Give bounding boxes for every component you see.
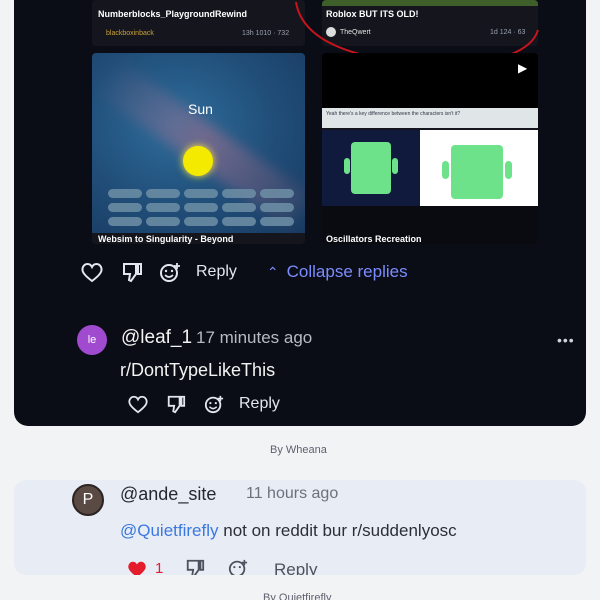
like-count: 1 — [155, 560, 164, 575]
episode-pill — [184, 217, 218, 226]
play-icon[interactable]: ▶ — [518, 61, 527, 75]
thread-action-bar: Reply ⌃ Collapse replies — [80, 261, 408, 283]
episode-pill — [222, 217, 256, 226]
thumbnail-image — [322, 53, 538, 108]
collapse-replies-button[interactable]: Collapse replies — [287, 262, 408, 282]
dislike-icon[interactable] — [184, 558, 206, 575]
like-icon[interactable] — [80, 261, 104, 283]
thumbnail-grid: Numberblocks_PlaygroundRewind blackboxin… — [92, 0, 540, 244]
episode-pill — [184, 189, 218, 198]
thumbnail-banner-text: Yeah there's a key difference between th… — [326, 111, 461, 117]
thumbnail-title: Websim to Singularity - Beyond — [98, 234, 234, 244]
comment-timestamp: 17 minutes ago — [196, 328, 313, 347]
avatar[interactable]: le — [77, 325, 107, 355]
thumbnail-stats: 13h 1010 · 732 — [242, 30, 290, 37]
user-mention-link[interactable]: @Quietfirefly — [120, 521, 219, 540]
heart-icon[interactable] — [126, 559, 148, 575]
episode-pill — [108, 217, 142, 226]
episode-pill — [146, 203, 180, 212]
robot-arm — [344, 158, 350, 174]
comment-text: @Quietfirefly not on reddit bur r/sudden… — [120, 521, 457, 541]
post-credit: By Wheana — [270, 444, 327, 456]
chevron-up-icon[interactable]: ⌃ — [267, 264, 279, 281]
thumbnail-title: Oscillators Recreation — [326, 234, 422, 244]
episode-pill — [260, 203, 294, 212]
thumbnail-card[interactable]: Sun Websim to Singularity - Beyond — [92, 53, 305, 244]
add-reaction-icon[interactable] — [203, 394, 225, 414]
comment-action-bar: Reply — [127, 394, 280, 414]
thumbnail-card[interactable]: Numberblocks_PlaygroundRewind blackboxin… — [92, 0, 305, 46]
thumbnail-title: Numberblocks_PlaygroundRewind — [98, 9, 248, 19]
dark-post-card: Numberblocks_PlaygroundRewind blackboxin… — [14, 0, 586, 426]
comment-text: r/DontTypeLikeThis — [120, 360, 276, 380]
comment-timestamp: 11 hours ago — [246, 485, 339, 502]
episode-pill — [108, 189, 142, 198]
sun-graphic — [183, 146, 213, 176]
episode-pill — [260, 189, 294, 198]
like-icon[interactable] — [127, 394, 149, 414]
robot-graphic — [451, 145, 503, 199]
robot-graphic — [351, 142, 391, 194]
robot-arm — [442, 161, 449, 179]
reply-button[interactable]: Reply — [196, 263, 237, 281]
episode-pill — [108, 203, 142, 212]
reply-button[interactable]: Reply — [274, 560, 317, 575]
avatar[interactable]: P — [72, 484, 104, 516]
add-reaction-icon[interactable] — [227, 558, 249, 575]
episode-pill — [184, 203, 218, 212]
robot-arm — [392, 158, 398, 174]
episode-pill — [222, 189, 256, 198]
episode-pill — [222, 203, 256, 212]
light-comment-card: P @ande_site 11 hours ago @Quietfirefly … — [14, 480, 586, 575]
page: Numberblocks_PlaygroundRewind blackboxin… — [0, 0, 600, 600]
add-reaction-icon[interactable] — [158, 261, 182, 283]
post-credit: By Quietfirefly — [263, 592, 332, 600]
episode-pill — [146, 189, 180, 198]
dislike-icon[interactable] — [165, 394, 187, 414]
reply-button[interactable]: Reply — [239, 395, 280, 413]
comment-body: not on reddit bur r/suddenlyosc — [218, 521, 457, 540]
thumbnail-card[interactable]: ▶ Yeah there's a key difference between … — [322, 53, 538, 244]
dislike-icon[interactable] — [120, 261, 144, 283]
comment-username[interactable]: @ande_site — [120, 484, 216, 505]
comment-username[interactable]: @leaf_1 — [121, 327, 192, 349]
robot-arm — [505, 161, 512, 179]
more-options-icon[interactable]: ••• — [557, 332, 575, 348]
episode-pill — [260, 217, 294, 226]
episode-pill — [146, 217, 180, 226]
thumbnail-author: blackboxinback — [106, 30, 154, 37]
thumbnail-overlay-label: Sun — [188, 101, 213, 117]
